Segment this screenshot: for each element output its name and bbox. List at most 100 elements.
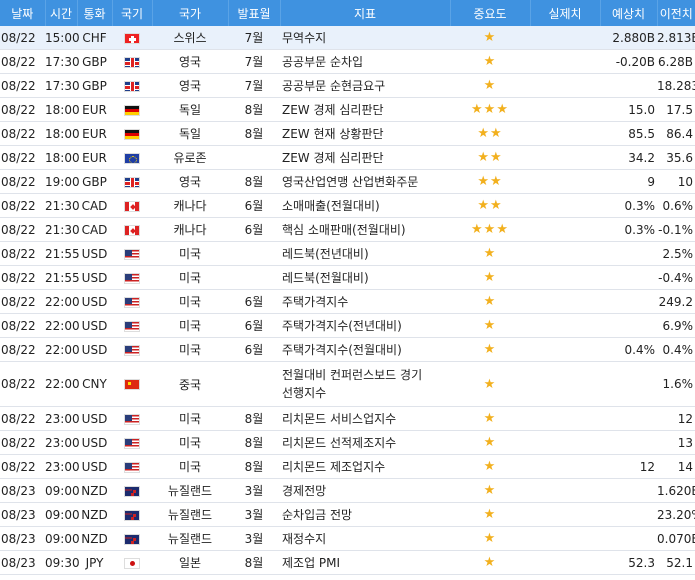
table-row[interactable]: 08/2215:00CHF 스위스7월무역수지★ 2.880B2.813B (0, 26, 695, 50)
forecast-cell: 15.0 (600, 97, 657, 122)
table-row[interactable]: 08/22 21:55 USD 미국 레드북(전년대비) ★ 2.5% (0, 241, 695, 266)
flag-cell (112, 265, 152, 290)
header-indicator[interactable]: 지표 (280, 0, 451, 26)
header-time[interactable]: 시간 (45, 0, 78, 26)
previous-cell: 52.1 (657, 550, 695, 575)
currency-cell: GBP (77, 73, 112, 98)
previous-cell: 86.4 (657, 121, 695, 146)
table-row[interactable]: 08/22 19:00 GBP 영국 8월 영국산업연맹 산업변화주문 ★★ 9 10 (0, 169, 695, 194)
flag-usa-icon (124, 461, 140, 473)
forecast-cell (600, 289, 657, 314)
indicator-cell: 주택가격지수(전년대비) (280, 313, 450, 338)
importance-stars: ★ (450, 73, 530, 98)
table-body: 08/2215:00CHF스위스7월무역수지★2.880B2.813B08/22… (0, 26, 695, 575)
flag-usa-icon (124, 344, 140, 356)
date-cell: 08/22 (0, 169, 45, 194)
forecast-cell: 34.2 (600, 145, 657, 170)
indicator-cell: 소매매출(전월대비) (280, 193, 450, 218)
forecast-cell (600, 478, 657, 503)
table-row[interactable]: 08/22 23:00 USD 미국 8월 리치몬드 제조업지수 ★ 12 14 (0, 454, 695, 479)
table-row[interactable]: 08/22 18:00 EUR 유로존 ZEW 경제 심리판단 ★★ 34.2 35.6 (0, 145, 695, 170)
time-cell: 21:55 (45, 241, 80, 266)
country-cell: 캐나다 (152, 193, 228, 218)
forecast-cell: 2.880B (600, 26, 657, 50)
date-cell: 08/22 (0, 145, 45, 170)
table-row[interactable]: 08/2217:30GBP 영국7월공공부문 순현금요구★ 18.283B (0, 73, 695, 98)
flag-cell (112, 26, 152, 50)
date-cell: 08/22 (0, 73, 45, 98)
month-cell: 6월 (228, 313, 280, 338)
table-row[interactable]: 08/2309:00NZD 뉴질랜드3월순차입금 전망★ 23.20% (0, 502, 695, 527)
actual-cell (530, 337, 600, 362)
currency-cell: USD (77, 313, 112, 338)
table-row[interactable]: 08/22 22:00 USD 미국 6월 주택가격지수(전월대비) ★ 0.4% 0.4% (0, 337, 695, 362)
forecast-cell: 0.4% (600, 337, 657, 362)
header-importance[interactable]: 중요도 (450, 0, 531, 26)
indicator-cell: 전월대비 컨퍼런스보드 경기선행지수 (280, 361, 450, 407)
previous-cell: 18.283B (657, 73, 695, 98)
previous-cell: 0.070B (657, 526, 695, 551)
header-month[interactable]: 발표월 (228, 0, 281, 26)
flag-usa-icon (124, 248, 140, 260)
month-cell: 6월 (228, 289, 280, 314)
table-row[interactable]: 08/22 17:30 GBP 영국 7월 공공부문 순차입 ★ -0.20B 6.28B (0, 49, 695, 74)
table-row[interactable]: 08/23 09:30 JPY 일본 8월 제조업 PMI ★ 52.3 52.1 (0, 550, 695, 575)
table-row[interactable]: 08/2309:00NZD 뉴질랜드3월경제전망★ 1.620B (0, 478, 695, 503)
table-row[interactable]: 08/22 21:30 CAD 캐나다 6월 핵심 소매판매(전월대비) ★★★ 0.3% -0… (0, 217, 695, 242)
actual-cell (530, 454, 600, 479)
date-cell: 08/23 (0, 502, 45, 527)
table-row[interactable]: 08/22 21:55 USD 미국 레드북(전월대비) ★ -0.4% (0, 265, 695, 290)
time-cell: 17:30 (45, 49, 80, 74)
time-cell: 09:00 (45, 478, 80, 503)
importance-stars: ★ (450, 265, 530, 290)
flag-switzerland-icon (124, 32, 140, 44)
actual-cell (530, 193, 600, 218)
table-row[interactable]: 08/22 22:00 CNY 중국 전월대비 컨퍼런스보드 경기선행지수 ★ 1.6% (0, 361, 695, 407)
table-row[interactable]: 08/22 23:00 USD 미국 8월 리치몬드 서비스업지수 ★ 12 (0, 406, 695, 431)
forecast-cell: -0.20B (600, 49, 657, 74)
header-forecast[interactable]: 예상치 (600, 0, 658, 26)
table-row[interactable]: 08/22 18:00 EUR 독일 8월 ZEW 경제 심리판단 ★★★ 15.0 17.5 (0, 97, 695, 122)
table-row[interactable]: 08/22 22:00 USD 미국 6월 주택가격지수 ★ 249.2 (0, 289, 695, 314)
indicator-cell: 공공부문 순현금요구 (280, 73, 450, 98)
header-country[interactable]: 국가 (152, 0, 229, 26)
table-row[interactable]: 08/22 23:00 USD 미국 8월 리치몬드 선적제조지수 ★ 13 (0, 430, 695, 455)
month-cell: 8월 (228, 406, 280, 431)
table-row[interactable]: 08/2309:00NZD 뉴질랜드3월재정수지★ 0.070B (0, 526, 695, 551)
header-flag[interactable]: 국기 (112, 0, 153, 26)
date-cell: 08/23 (0, 478, 45, 503)
header-currency[interactable]: 통화 (77, 0, 113, 26)
currency-cell: NZD (77, 526, 112, 551)
flag-germany-icon (124, 104, 140, 116)
table-row[interactable]: 08/22 22:00 USD 미국 6월 주택가격지수(전년대비) ★ 6.9% (0, 313, 695, 338)
flag-uk-icon (124, 176, 140, 188)
indicator-cell: 제조업 PMI (280, 550, 450, 575)
table-row[interactable]: 08/22 21:30 CAD 캐나다 6월 소매매출(전월대비) ★★ 0.3% 0.6% (0, 193, 695, 218)
importance-stars: ★ (450, 502, 530, 527)
country-cell: 유로존 (152, 145, 228, 170)
month-cell (228, 265, 280, 290)
forecast-cell: 12 (600, 454, 657, 479)
actual-cell (530, 169, 600, 194)
date-cell: 08/22 (0, 361, 45, 407)
flag-uk-icon (124, 56, 140, 68)
indicator-cell: 리치몬드 선적제조지수 (280, 430, 450, 455)
flag-usa-icon (124, 437, 140, 449)
time-cell: 22:00 (45, 337, 80, 362)
country-cell: 스위스 (152, 26, 228, 50)
header-date[interactable]: 날짜 (0, 0, 46, 26)
month-cell: 3월 (228, 478, 280, 503)
indicator-cell: 레드북(전년대비) (280, 241, 450, 266)
month-cell: 8월 (228, 430, 280, 455)
time-cell: 21:30 (45, 193, 80, 218)
country-cell: 일본 (152, 550, 228, 575)
importance-stars: ★ (450, 337, 530, 362)
actual-cell (530, 26, 600, 50)
header-previous[interactable]: 이전치 (657, 0, 695, 26)
flag-canada-icon (124, 200, 140, 212)
actual-cell (530, 502, 600, 527)
time-cell: 18:00 (45, 145, 80, 170)
importance-stars: ★ (450, 550, 530, 575)
header-actual[interactable]: 실제치 (530, 0, 601, 26)
table-row[interactable]: 08/22 18:00 EUR 독일 8월 ZEW 현재 상황판단 ★★ 85.5 86.4 (0, 121, 695, 146)
